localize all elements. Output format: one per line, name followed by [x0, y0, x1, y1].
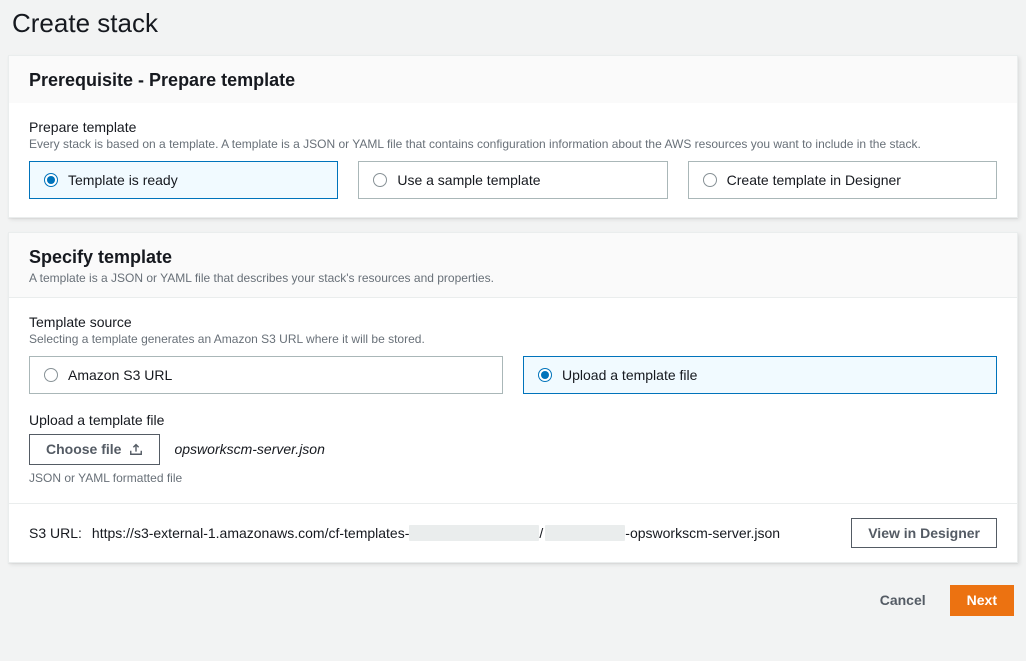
view-in-designer-button[interactable]: View in Designer: [851, 518, 997, 549]
s3-url-mid: /: [539, 525, 543, 541]
radio-template-ready[interactable]: Template is ready: [29, 161, 338, 199]
upload-icon: [129, 442, 143, 456]
next-button[interactable]: Next: [950, 585, 1014, 616]
panel-subtitle-specify: A template is a JSON or YAML file that d…: [29, 270, 997, 287]
s3-url-value: https://s3-external-1.amazonaws.com/cf-t…: [92, 525, 841, 541]
template-source-label: Template source: [29, 314, 997, 330]
radio-create-designer[interactable]: Create template in Designer: [688, 161, 997, 199]
choose-file-label: Choose file: [46, 441, 121, 458]
redacted-segment: [409, 525, 539, 541]
next-label: Next: [967, 592, 997, 609]
upload-file-label: Upload a template file: [29, 412, 997, 428]
prepare-template-label: Prepare template: [29, 119, 997, 135]
radio-sample-template[interactable]: Use a sample template: [358, 161, 667, 199]
radio-upload-template[interactable]: Upload a template file: [523, 356, 997, 394]
panel-specify-template: Specify template A template is a JSON or…: [8, 232, 1018, 563]
page-title: Create stack: [8, 0, 1018, 55]
panel-title-specify: Specify template: [29, 247, 997, 268]
redacted-segment: [545, 525, 625, 541]
panel-prerequisite: Prerequisite - Prepare template Prepare …: [8, 55, 1018, 218]
panel-header-specify: Specify template A template is a JSON or…: [9, 233, 1017, 298]
radio-upload-template-label: Upload a template file: [562, 367, 697, 383]
template-source-desc: Selecting a template generates an Amazon…: [29, 332, 997, 346]
cancel-label: Cancel: [880, 592, 926, 609]
radio-dot-icon: [703, 173, 717, 187]
radio-amazon-s3-url-label: Amazon S3 URL: [68, 367, 172, 383]
s3-url-row: S3 URL: https://s3-external-1.amazonaws.…: [9, 503, 1017, 563]
radio-template-ready-label: Template is ready: [68, 172, 178, 188]
radio-create-designer-label: Create template in Designer: [727, 172, 901, 188]
cancel-button[interactable]: Cancel: [864, 585, 942, 616]
view-in-designer-label: View in Designer: [868, 525, 980, 542]
panel-title-prerequisite: Prerequisite - Prepare template: [29, 70, 997, 91]
radio-sample-template-label: Use a sample template: [397, 172, 540, 188]
radio-dot-icon: [44, 368, 58, 382]
uploaded-filename: opsworkscm-server.json: [174, 441, 324, 457]
panel-header-prerequisite: Prerequisite - Prepare template: [9, 56, 1017, 103]
file-format-hint: JSON or YAML formatted file: [29, 471, 997, 485]
s3-url-prefix: https://s3-external-1.amazonaws.com/cf-t…: [92, 525, 409, 541]
radio-dot-icon: [538, 368, 552, 382]
s3-url-label: S3 URL:: [29, 525, 82, 541]
s3-url-suffix: -opsworkscm-server.json: [625, 525, 780, 541]
radio-dot-icon: [373, 173, 387, 187]
prepare-template-desc: Every stack is based on a template. A te…: [29, 137, 997, 151]
wizard-footer: Cancel Next: [8, 577, 1018, 616]
radio-dot-icon: [44, 173, 58, 187]
choose-file-button[interactable]: Choose file: [29, 434, 160, 465]
radio-amazon-s3-url[interactable]: Amazon S3 URL: [29, 356, 503, 394]
